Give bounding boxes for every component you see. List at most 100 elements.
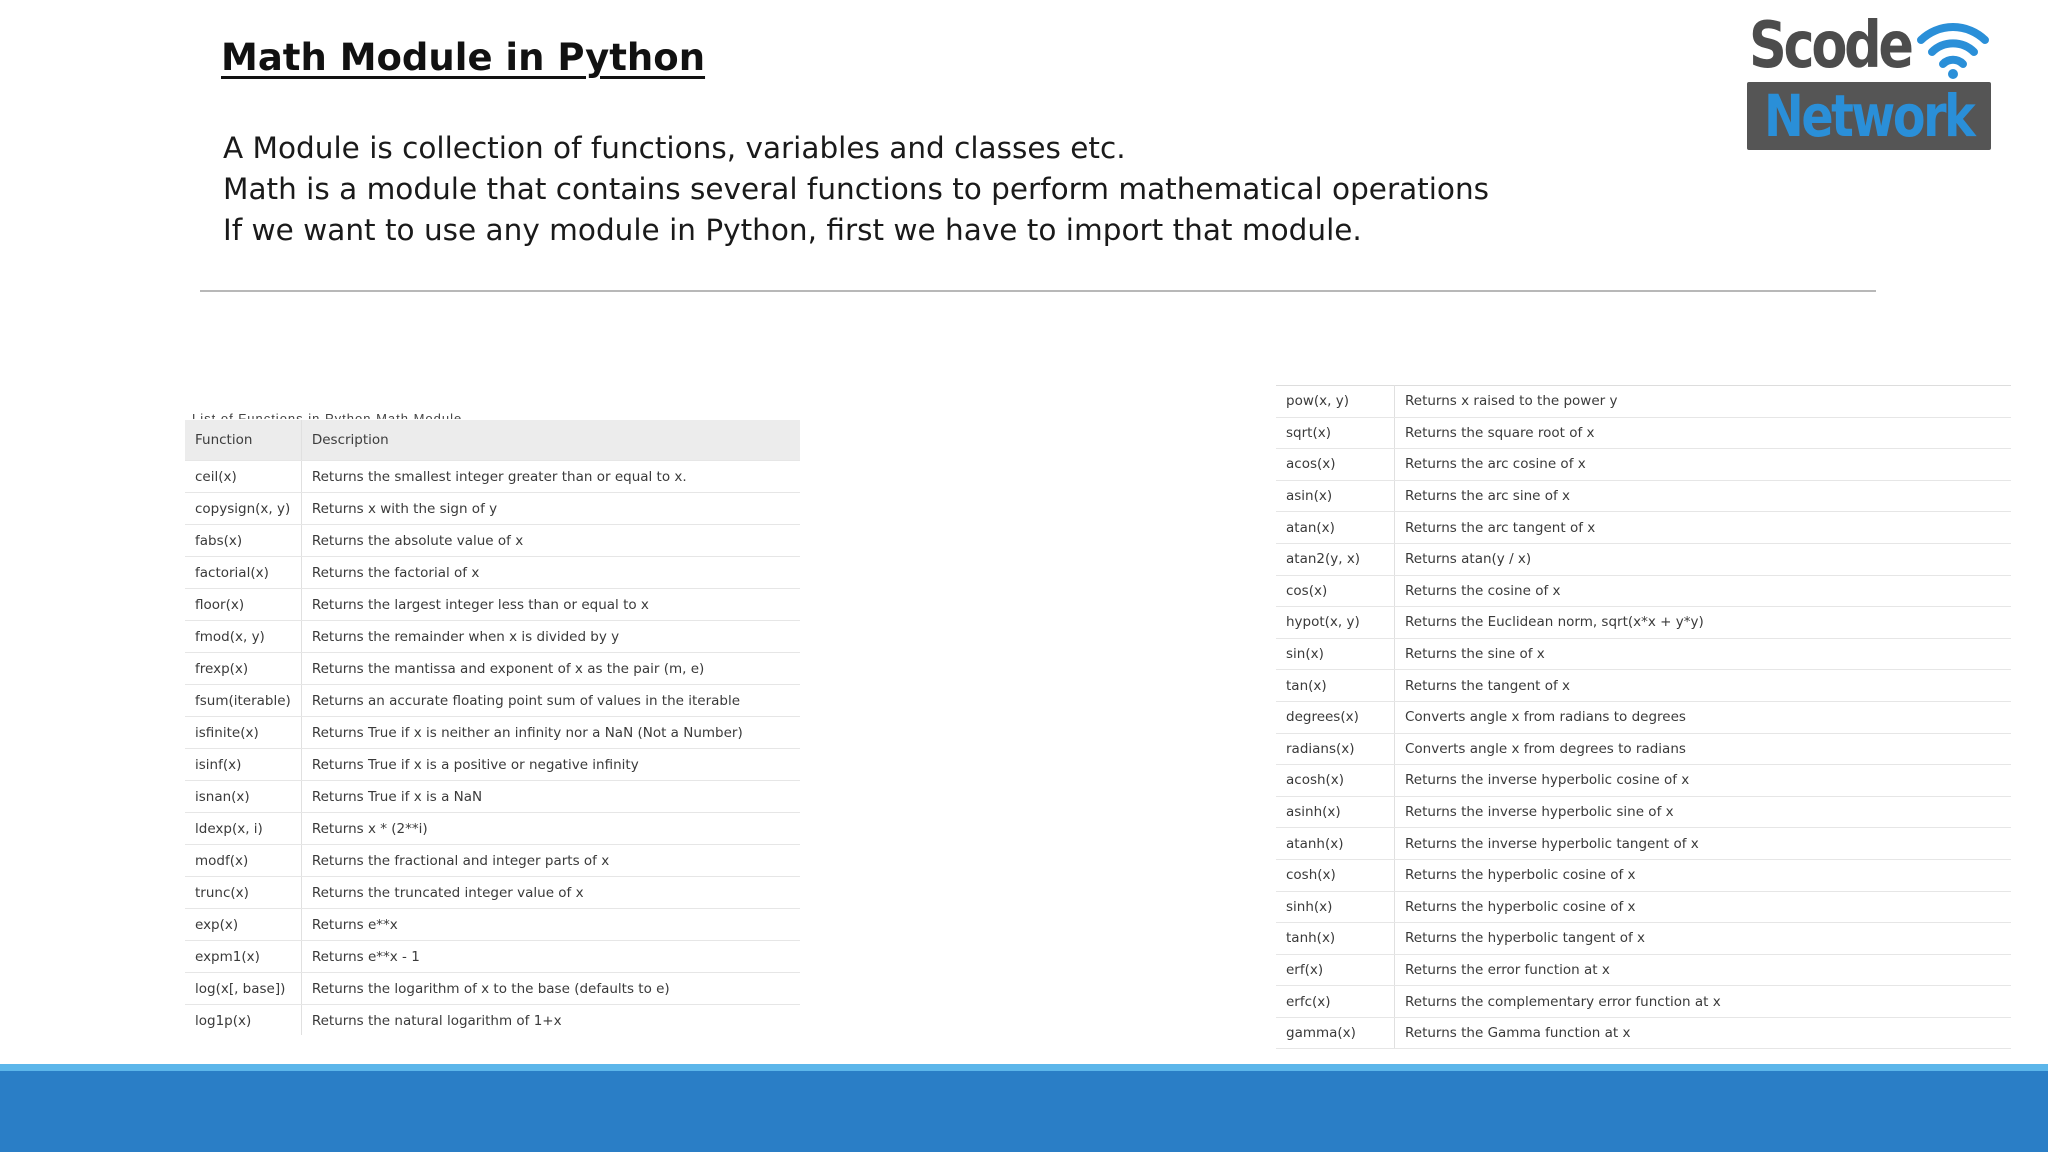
table-row: factorial(x) Returns the factorial of x xyxy=(185,556,800,589)
function-name-cell: gamma(x) xyxy=(1276,1017,1395,1050)
description-cell: Converts angle x from degrees to radians xyxy=(1394,733,2011,766)
description-cell: Returns the natural logarithm of 1+x xyxy=(301,1004,800,1035)
intro-line: A Module is collection of functions, var… xyxy=(223,131,1126,165)
table-row: floor(x) Returns the largest integer less… xyxy=(185,588,800,621)
table-row: asinh(x) Returns the inverse hyperbolic s… xyxy=(1276,796,2011,829)
table-row: asin(x) Returns the arc sine of x xyxy=(1276,480,2011,513)
table-row: acosh(x) Returns the inverse hyperbolic c… xyxy=(1276,764,2011,797)
function-name-cell: asin(x) xyxy=(1276,480,1395,513)
table-caption: List of Functions in Python Math Module xyxy=(192,411,463,419)
function-name-cell: degrees(x) xyxy=(1276,701,1395,734)
function-name-cell: hypot(x, y) xyxy=(1276,606,1395,639)
scode-network-logo: Scode Network xyxy=(1745,10,1995,150)
table-row: log(x[, base]) Returns the logarithm of x… xyxy=(185,972,800,1005)
table-row: tan(x) Returns the tangent of x xyxy=(1276,669,2011,702)
function-name-cell: fmod(x, y) xyxy=(185,620,302,653)
function-name-cell: erf(x) xyxy=(1276,954,1395,987)
table-row: isnan(x) Returns True if x is a NaN xyxy=(185,780,800,813)
function-name-cell: trunc(x) xyxy=(185,876,302,909)
description-cell: Returns the square root of x xyxy=(1394,417,2011,450)
function-name-cell: asinh(x) xyxy=(1276,796,1395,829)
table-row: degrees(x) Converts angle x from radians … xyxy=(1276,701,2011,734)
function-name-cell: log1p(x) xyxy=(185,1004,302,1035)
description-cell: Returns e**x xyxy=(301,908,800,941)
table-row: expm1(x) Returns e**x - 1 xyxy=(185,940,800,973)
table-row: exp(x) Returns e**x xyxy=(185,908,800,941)
function-name-cell: radians(x) xyxy=(1276,733,1395,766)
function-name-cell: log(x[, base]) xyxy=(185,972,302,1005)
table-row: isinf(x) Returns True if x is a positive … xyxy=(185,748,800,781)
math-functions-table-right: pow(x, y) Returns x raised to the power y… xyxy=(1276,385,2011,1065)
description-cell: Returns the largest integer less than or… xyxy=(301,588,800,621)
description-cell: Returns the arc cosine of x xyxy=(1394,448,2011,481)
function-name-cell: acos(x) xyxy=(1276,448,1395,481)
table-row: atan(x) Returns the arc tangent of x xyxy=(1276,511,2011,544)
function-name-cell: exp(x) xyxy=(185,908,302,941)
logo-text-network: Network xyxy=(1764,82,1976,150)
function-name-cell: modf(x) xyxy=(185,844,302,877)
function-name-cell: sin(x) xyxy=(1276,638,1395,671)
description-cell: Returns x raised to the power y xyxy=(1394,385,2011,418)
table-row: sqrt(x) Returns the square root of x xyxy=(1276,417,2011,450)
wifi-icon xyxy=(1917,23,1989,79)
description-cell: Returns the factorial of x xyxy=(301,556,800,589)
description-cell: Returns the hyperbolic cosine of x xyxy=(1394,891,2011,924)
description-cell: Returns the hyperbolic tangent of x xyxy=(1394,922,2011,955)
description-cell: Returns the mantissa and exponent of x a… xyxy=(301,652,800,685)
table-row: tanh(x) Returns the hyperbolic tangent of… xyxy=(1276,922,2011,955)
description-cell: Returns the tangent of x xyxy=(1394,669,2011,702)
description-cell: Returns the Euclidean norm, sqrt(x*x + y… xyxy=(1394,606,2011,639)
description-cell: Returns the absolute value of x xyxy=(301,524,800,557)
table-row: modf(x) Returns the fractional and intege… xyxy=(185,844,800,877)
description-cell: Returns atan(y / x) xyxy=(1394,543,2011,576)
function-name-cell: ldexp(x, i) xyxy=(185,812,302,845)
function-name-cell: acosh(x) xyxy=(1276,764,1395,797)
intro-line: Math is a module that contains several f… xyxy=(223,172,1490,206)
table-row: ceil(x) Returns the smallest integer grea… xyxy=(185,460,800,493)
intro-text: A Module is collection of functions, var… xyxy=(223,128,1489,251)
function-name-cell: atan2(y, x) xyxy=(1276,543,1395,576)
table-row: fabs(x) Returns the absolute value of x xyxy=(185,524,800,557)
description-cell: Returns x * (2**i) xyxy=(301,812,800,845)
description-cell: Returns x with the sign of y xyxy=(301,492,800,525)
description-cell: Returns the inverse hyperbolic cosine of… xyxy=(1394,764,2011,797)
function-name-cell: erfc(x) xyxy=(1276,985,1395,1018)
math-functions-table-left: Function Description ceil(x) Returns the … xyxy=(185,420,800,1035)
description-cell: Returns True if x is a NaN xyxy=(301,780,800,813)
description-cell: Returns the remainder when x is divided … xyxy=(301,620,800,653)
function-name-cell: cosh(x) xyxy=(1276,859,1395,892)
table-row: atanh(x) Returns the inverse hyperbolic t… xyxy=(1276,827,2011,860)
table-row: atan2(y, x) Returns atan(y / x) xyxy=(1276,543,2011,576)
function-name-cell: tanh(x) xyxy=(1276,922,1395,955)
table-row: acos(x) Returns the arc cosine of x xyxy=(1276,448,2011,481)
description-cell: Returns the error function at x xyxy=(1394,954,2011,987)
description-cell: Returns the fractional and integer parts… xyxy=(301,844,800,877)
function-name-cell: isfinite(x) xyxy=(185,716,302,749)
table-row: hypot(x, y) Returns the Euclidean norm, s… xyxy=(1276,606,2011,639)
description-cell: Returns the arc sine of x xyxy=(1394,480,2011,513)
function-name-cell: copysign(x, y) xyxy=(185,492,302,525)
table-row: pow(x, y) Returns x raised to the power y xyxy=(1276,385,2011,418)
description-cell: Returns the logarithm of x to the base (… xyxy=(301,972,800,1005)
table-row: sinh(x) Returns the hyperbolic cosine of … xyxy=(1276,891,2011,924)
description-cell: Returns the hyperbolic cosine of x xyxy=(1394,859,2011,892)
table-row: cos(x) Returns the cosine of x xyxy=(1276,575,2011,608)
function-name-cell: isinf(x) xyxy=(185,748,302,781)
description-cell: Returns the smallest integer greater tha… xyxy=(301,460,800,493)
footer-bar xyxy=(0,1071,2048,1152)
description-cell: Returns True if x is a positive or negat… xyxy=(301,748,800,781)
column-header-function: Function xyxy=(185,420,302,461)
table-row: isfinite(x) Returns True if x is neither … xyxy=(185,716,800,749)
description-cell: Returns the Gamma function at x xyxy=(1394,1017,2011,1050)
table-row: ldexp(x, i) Returns x * (2**i) xyxy=(185,812,800,845)
description-cell: Converts angle x from radians to degrees xyxy=(1394,701,2011,734)
table-row: fmod(x, y) Returns the remainder when x i… xyxy=(185,620,800,653)
logo-text-scode: Scode xyxy=(1749,9,1914,83)
description-cell: Returns the inverse hyperbolic sine of x xyxy=(1394,796,2011,829)
table-row: cosh(x) Returns the hyperbolic cosine of … xyxy=(1276,859,2011,892)
table-row: sin(x) Returns the sine of x xyxy=(1276,638,2011,671)
function-name-cell: tan(x) xyxy=(1276,669,1395,702)
table-row: copysign(x, y) Returns x with the sign of… xyxy=(185,492,800,525)
function-name-cell: isnan(x) xyxy=(185,780,302,813)
function-name-cell: floor(x) xyxy=(185,588,302,621)
